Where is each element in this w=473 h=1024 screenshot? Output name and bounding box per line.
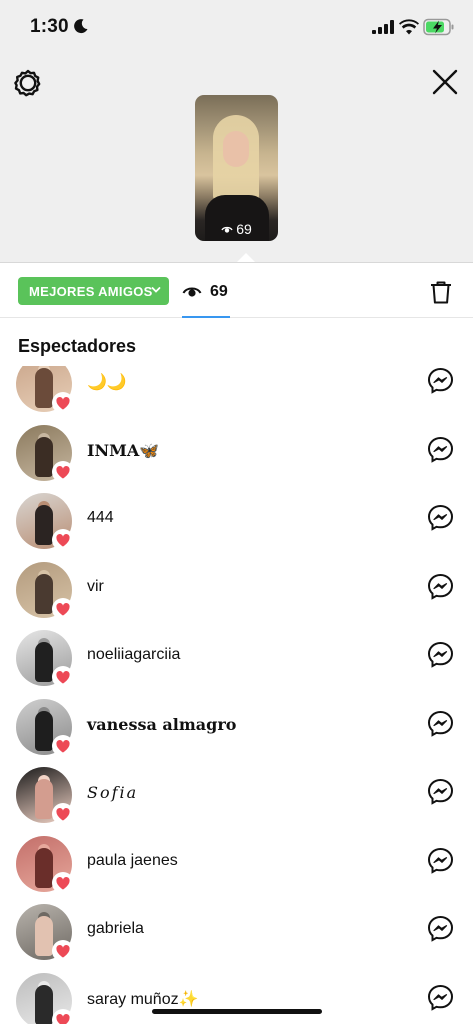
best-friends-label: MEJORES AMIGOS [29, 283, 153, 299]
messenger-icon[interactable] [427, 915, 454, 942]
messenger-icon[interactable] [427, 436, 454, 463]
messenger-icon[interactable] [427, 641, 454, 668]
viewer-row[interactable]: vanessa almagro [0, 690, 473, 758]
viewers-list: 🌙🌙 INMA🦋 444 vir noeliiagarciia vanessa … [0, 366, 473, 1024]
heart-badge [52, 872, 74, 894]
viewer-name[interactable]: noeliiagarciia [87, 646, 180, 664]
eye-icon [182, 287, 202, 297]
viewer-name[interactable]: vir [87, 578, 104, 596]
heart-badge [52, 529, 74, 551]
viewer-row[interactable]: saray muñoz✨ [0, 964, 473, 1024]
heart-badge [52, 392, 74, 414]
viewer-row[interactable]: noeliiagarciia [0, 621, 473, 689]
heart-icon [56, 533, 70, 546]
messenger-icon[interactable] [427, 778, 454, 805]
viewer-row[interactable]: gabriela [0, 895, 473, 963]
status-time: 1:30 [30, 16, 69, 37]
story-view-counter: 69 [195, 221, 278, 237]
settings-gear-icon[interactable] [13, 68, 43, 98]
viewer-row[interactable]: 🌙🌙 [0, 366, 473, 415]
story-view-count: 69 [236, 221, 252, 237]
viewer-name[interactable]: 𝑆𝑜𝑓𝑖𝑎 [87, 783, 138, 803]
messenger-icon[interactable] [427, 710, 454, 737]
viewer-name[interactable]: vanessa almagro [87, 715, 236, 734]
viewer-name[interactable]: 🌙🌙 [87, 372, 127, 392]
heart-badge [52, 461, 74, 483]
heart-icon [56, 670, 70, 683]
viewer-row[interactable]: INMA🦋 [0, 416, 473, 484]
messenger-icon[interactable] [427, 573, 454, 600]
battery-charging-icon [423, 18, 454, 36]
heart-icon [56, 465, 70, 478]
heart-badge [52, 940, 74, 962]
messenger-icon[interactable] [427, 847, 454, 874]
viewers-count: 69 [210, 283, 228, 300]
viewer-row[interactable]: paula jaenes [0, 827, 473, 895]
chevron-down-icon [151, 287, 161, 293]
viewer-name[interactable]: 444 [87, 509, 114, 527]
heart-icon [56, 807, 70, 820]
best-friends-button[interactable]: MEJORES AMIGOS [18, 277, 169, 305]
messenger-icon[interactable] [427, 504, 454, 531]
viewer-row[interactable]: 𝑆𝑜𝑓𝑖𝑎 [0, 758, 473, 826]
signal-icon [372, 20, 394, 34]
messenger-icon[interactable] [427, 367, 454, 394]
viewer-row[interactable]: vir [0, 553, 473, 621]
viewer-name[interactable]: gabriela [87, 920, 144, 938]
heart-badge [52, 803, 74, 825]
status-bar: 1:30 [0, 0, 473, 56]
heart-icon [56, 396, 70, 409]
heart-badge [52, 735, 74, 757]
story-thumbnail[interactable]: 69 [195, 95, 278, 241]
viewer-name[interactable]: saray muñoz✨ [87, 989, 199, 1009]
story-preview-header: 1:30 69 [0, 0, 473, 263]
viewer-row[interactable]: 444 [0, 484, 473, 552]
heart-icon [56, 876, 70, 889]
viewers-section-title: Espectadores [18, 336, 137, 356]
active-tab-indicator [182, 316, 230, 318]
wifi-icon [399, 19, 419, 35]
moon-icon [74, 19, 88, 34]
heart-icon [56, 944, 70, 957]
heart-badge [52, 1009, 74, 1024]
messenger-icon[interactable] [427, 984, 454, 1011]
heart-badge [52, 598, 74, 620]
viewer-name[interactable]: INMA🦋 [87, 441, 159, 460]
trash-icon[interactable] [428, 279, 454, 305]
heart-icon [56, 739, 70, 752]
heart-badge [52, 666, 74, 688]
heart-icon [56, 602, 70, 615]
eye-icon [221, 226, 233, 233]
story-tabs-bar: MEJORES AMIGOS 69 [0, 262, 473, 318]
thumbnail-face [223, 131, 249, 167]
heart-icon [56, 1013, 70, 1024]
viewer-name[interactable]: paula jaenes [87, 852, 178, 870]
home-indicator[interactable] [152, 1009, 322, 1014]
close-icon[interactable] [431, 68, 459, 96]
